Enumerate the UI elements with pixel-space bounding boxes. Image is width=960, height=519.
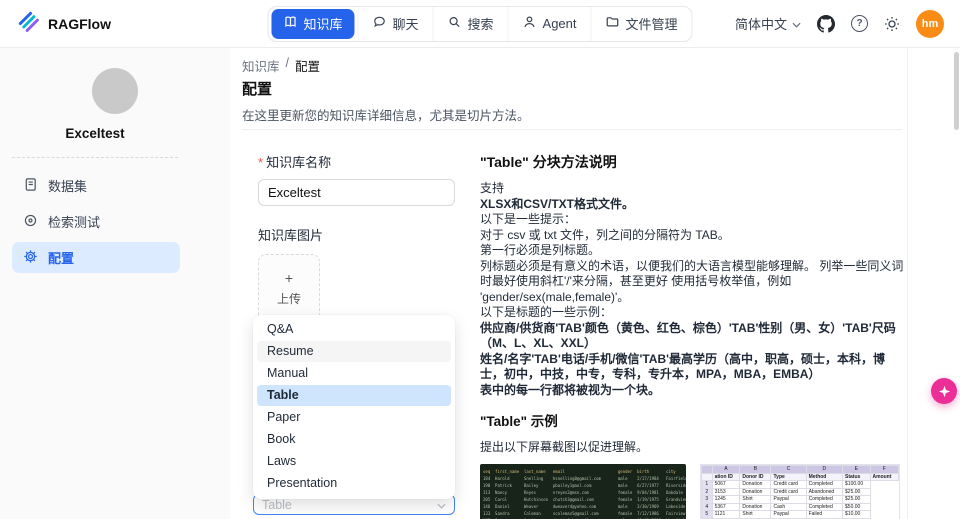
nav-tab-chat[interactable]: 聊天 [357,6,432,41]
chat-bubble-icon [372,15,386,32]
dropdown-option-laws[interactable]: Laws [257,451,451,472]
example-caption: 提出以下屏幕截图以促进理解。 [480,440,649,454]
help-line: 供应商/供货商'TAB'颜色（黄色、红色、棕色）'TAB'性别（男、女）'TAB… [480,320,896,351]
sheet-body: 1 5067 Donation Credit card Completed $100.00… [701,480,899,519]
sparkle-icon [938,385,950,397]
dropdown-option-presentation[interactable]: Presentation [257,473,451,494]
chevron-down-icon [437,498,446,512]
page-title: 配置 [242,81,273,98]
kb-name: Exceltest [65,126,125,141]
sidebar-menu: 数据集 检索测试 配置 [0,170,230,273]
spreadsheet-screenshot: A B C D E F ation ID Donor ID Type Metho… [700,464,900,519]
kb-name-label: * 知识库名称 [258,155,332,170]
configuration-panel: 知识库 / 配置 配置 在这里更新您的知识库详细信息，尤其是切片方法。 * 知识库… [230,48,960,519]
help-line: XLSX和CSV/TXT格式文件。 [480,196,635,211]
nav-tab-file-management[interactable]: 文件管理 [590,6,692,41]
search-icon [448,15,462,32]
sidebar-item-dataset[interactable]: 数据集 [12,170,180,201]
help-line: 以下是一些提示： [480,212,577,226]
chunk-method-dropdown: Q&A Resume Manual Table Paper Book Laws … [253,315,455,499]
upload-label: 上传 [276,292,301,306]
page-content: Exceltest 数据集 检索测试 配置 知识库 / 配置 配置 在这里更新您… [0,48,960,519]
help-line: 第一行必须是列标题。 [480,243,601,257]
dropdown-option-qa[interactable]: Q&A [257,319,451,340]
breadcrumb-parent[interactable]: 知识库 [242,56,280,75]
question-mark-icon: ? [851,15,868,32]
top-navbar: RAGFlow 知识库 聊天 搜索 Agent 文件管理 简体中文 ? hm [0,0,960,48]
breadcrumb: 知识库 / 配置 [242,56,320,75]
dropdown-option-paper[interactable]: Paper [257,407,451,428]
user-avatar[interactable]: hm [916,9,944,38]
chunk-method-select-value: Table [262,497,292,512]
theme-toggle-button[interactable] [884,16,900,32]
sidebar-item-retrieval-test[interactable]: 检索测试 [12,206,180,237]
github-button[interactable] [817,14,835,33]
plus-icon: + [284,270,294,286]
dropdown-option-manual[interactable]: Manual [257,363,451,384]
chunk-method-help: "Table" 分块方法说明 支持 XLSX和CSV/TXT格式文件。 以下是一… [480,152,908,519]
folder-icon [606,15,620,32]
kb-sidebar: Exceltest 数据集 检索测试 配置 [0,48,230,519]
ragflow-logo-icon [16,9,40,38]
dropdown-option-table[interactable]: Table [257,385,451,406]
sun-icon [885,16,899,31]
help-line: 以下是标题的一些示例： [480,305,613,319]
breadcrumb-current: 配置 [295,60,321,74]
chevron-down-icon [792,16,801,31]
dropdown-option-resume[interactable]: Resume [257,341,451,362]
required-mark: * [258,155,264,170]
terminal-screenshot: seq first_name last_name email gender bi… [480,464,686,519]
page-subtitle: 在这里更新您的知识库详细信息，尤其是切片方法。 [242,109,530,123]
book-icon [283,15,297,32]
main-nav: 知识库 聊天 搜索 Agent 文件管理 [267,5,693,42]
language-selector[interactable]: 简体中文 [735,14,801,33]
help-button[interactable]: ? [851,15,868,32]
header-divider [242,129,902,130]
help-line: 对于 csv 或 txt 文件，列之间的分隔符为 TAB。 [480,227,730,242]
help-line: 支持 [480,181,505,195]
help-line: 表中的每一行都将被视为一个块。 [480,382,661,397]
brand-name: RAGFlow [48,15,111,32]
nav-tab-agent[interactable]: Agent [507,6,591,41]
dropdown-option-book[interactable]: Book [257,429,451,450]
kb-image-label: 知识库图片 [258,228,324,243]
example-screenshots: seq first_name last_name email gender bi… [480,464,908,519]
help-line: 姓名/名字'TAB'电话/手机/微信'TAB'最高学历（高中，职高，硕士，本科，… [480,351,885,382]
nav-tab-search[interactable]: 搜索 [432,6,508,41]
notebook-icon [23,177,38,195]
kb-avatar [92,68,138,114]
brand[interactable]: RAGFlow [16,9,111,38]
sidebar-divider [12,157,178,158]
topbar-right-cluster: 简体中文 ? hm [735,9,944,38]
scrollbar-thumb[interactable] [954,52,959,130]
agent-person-icon [523,15,537,32]
example-title: "Table" 示例 [480,414,558,429]
sheet-corner-cell [701,465,713,474]
content-right-rule [907,48,908,519]
nav-tab-knowledge-base[interactable]: 知识库 [271,8,355,39]
breadcrumb-separator: / [285,56,289,70]
sidebar-item-configuration[interactable]: 配置 [12,242,180,273]
help-line: 列标题必须是有意义的术语，以便我们的大语言模型能够理解。 列举一些同义词时最好使… [480,258,904,304]
sheet-header-row: ation ID Donor ID Type Method Status Amo… [701,472,899,481]
sheet-letter-row: A B C D E F [701,465,899,474]
gear-icon [23,249,38,267]
github-icon [817,14,835,33]
kb-name-input[interactable] [258,179,455,206]
kb-settings-form: *知识库名称 知识库图片 + 上传 [258,152,455,324]
target-icon [23,213,38,231]
help-title: "Table" 分块方法说明 [480,154,617,170]
image-upload-dropzone[interactable]: + 上传 [258,254,320,324]
assistant-fab[interactable] [931,378,957,404]
